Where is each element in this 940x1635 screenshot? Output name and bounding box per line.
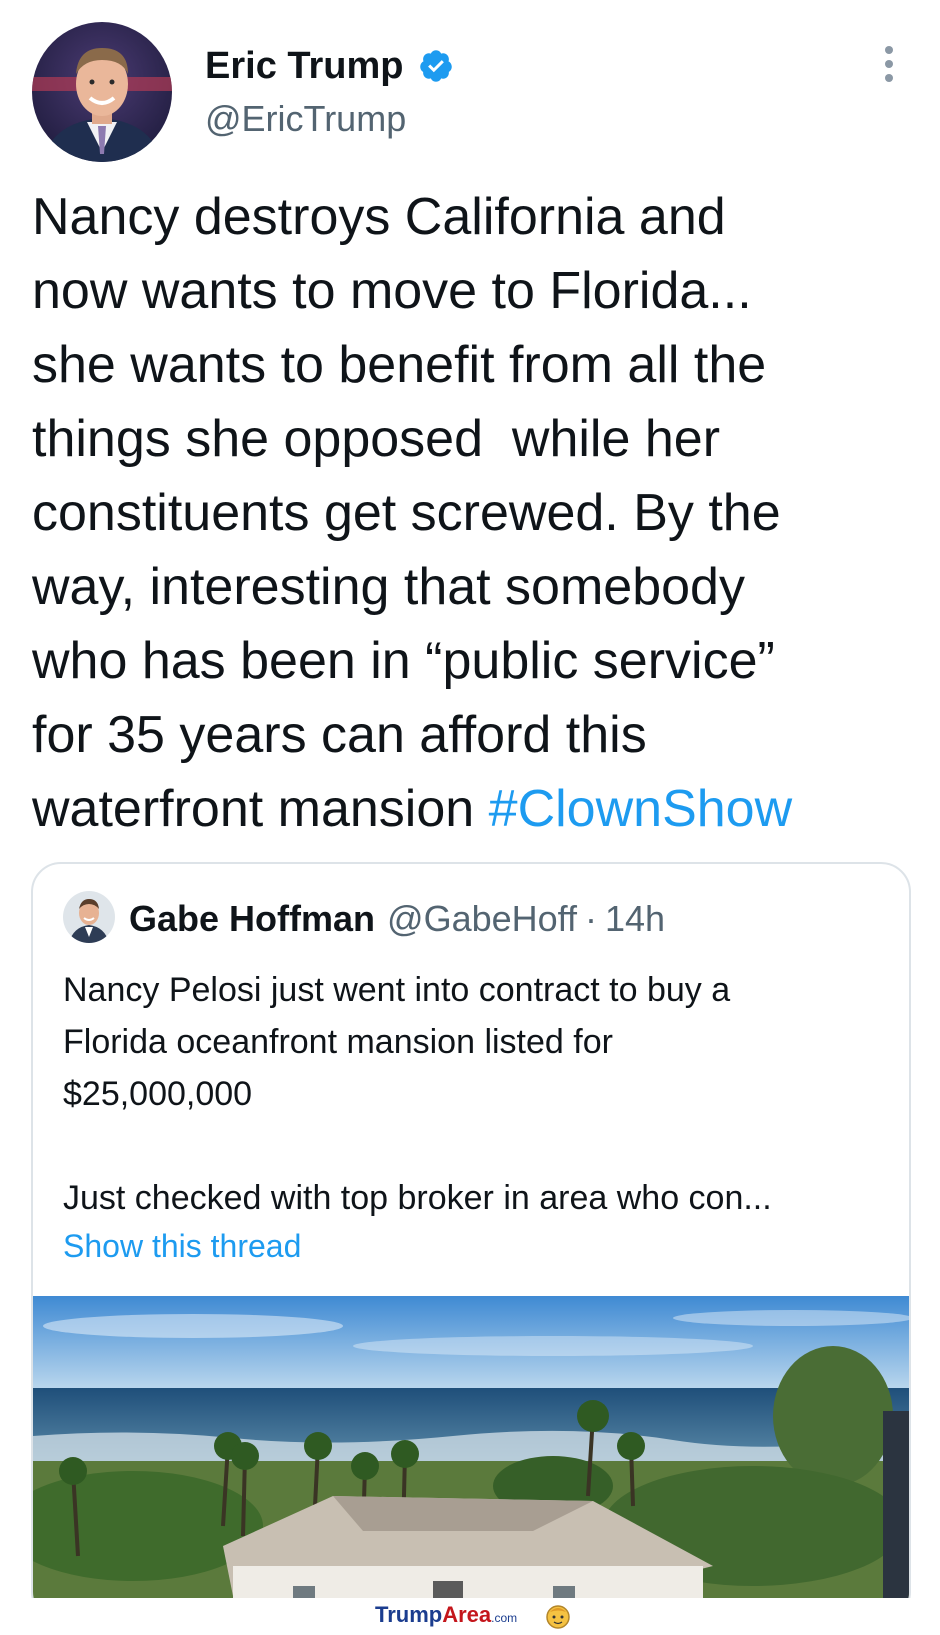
verified-badge-icon [419,50,452,82]
watermark-footer: TrumpArea.com [0,1598,940,1635]
oceanfront-mansion-photo-icon[interactable] [33,1296,911,1622]
brand-logo: TrumpArea.com [375,1602,517,1628]
show-thread-link[interactable]: Show this thread [63,1228,301,1265]
quoted-profile-photo-icon [63,891,115,943]
tweet-body: Nancy destroys California and now wants … [32,180,922,846]
quoted-tweet-header: Gabe Hoffman @GabeHoff · 14h [129,894,665,944]
brand-part2: Area [442,1602,492,1627]
author-name-row: Eric Trump [205,42,454,90]
separator-dot: · [585,898,598,939]
author-avatar[interactable] [32,22,172,162]
brand-part1: Trump [375,1602,443,1627]
tweet-header: Eric Trump @EricTrump [0,0,940,170]
hashtag-link[interactable]: #ClownShow [489,780,793,838]
more-options-icon[interactable] [878,44,900,84]
author-name[interactable]: Eric Trump [205,45,404,88]
quoted-tweet-text-continued: Just checked with top broker in area who… [63,1179,772,1217]
quoted-tweet-card[interactable]: Gabe Hoffman @GabeHoff · 14h Nancy Pelos… [31,862,911,1622]
quoted-author-name[interactable]: Gabe Hoffman [129,898,375,940]
quoted-author-handle[interactable]: @GabeHoff [387,898,577,940]
quoted-author-avatar[interactable] [63,891,115,943]
tweet-text: Nancy destroys California and now wants … [32,188,781,838]
brand-suffix: .com [491,1611,518,1625]
author-handle[interactable]: @EricTrump [205,98,406,140]
quoted-tweet-time[interactable]: 14h [605,898,665,940]
brand-mascot-icon [546,1605,570,1629]
profile-photo-icon [32,22,172,162]
quoted-tweet-text: Nancy Pelosi just went into contract to … [63,971,731,1113]
